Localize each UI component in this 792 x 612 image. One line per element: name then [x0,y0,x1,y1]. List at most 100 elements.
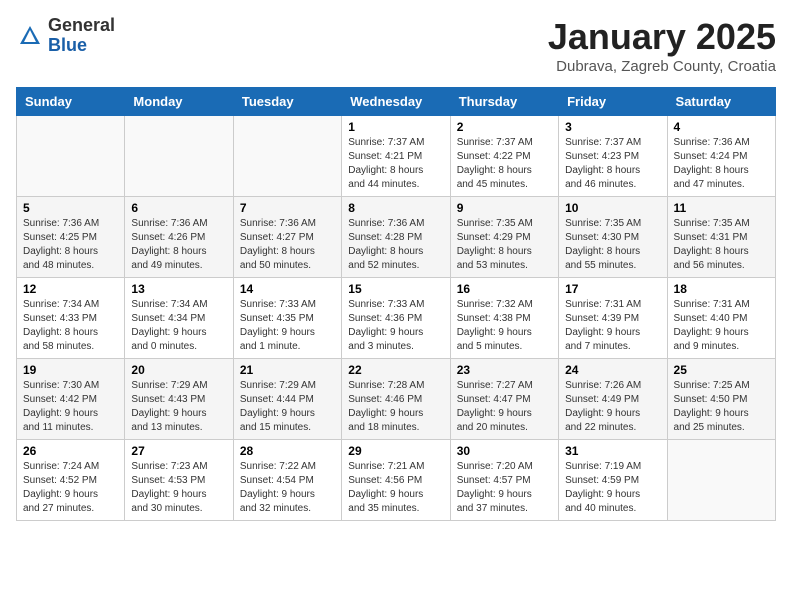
calendar-cell: 15 Sunrise: 7:33 AM Sunset: 4:36 PM Dayli… [342,278,450,359]
day-info: Sunrise: 7:31 AM Sunset: 4:39 PM Dayligh… [565,298,660,354]
day-number: 10 [565,201,660,215]
logo-general: General [48,16,115,36]
logo-text: General Blue [48,16,115,56]
calendar-cell: 30Sunrise: 7:20 AM Sunset: 4:57 PM Dayli… [450,440,558,521]
page-header: General Blue January 2025 Dubrava, Zagre… [16,16,776,75]
day-info: Sunrise: 7:22 AM Sunset: 4:54 PM Dayligh… [240,460,335,516]
day-number: 16 [457,282,552,296]
weekday-row: SundayMondayTuesdayWednesdayThursdayFrid… [17,88,776,116]
day-number: 19 [23,363,118,377]
calendar-cell: 19 Sunrise: 7:30 AM Sunset: 4:42 PM Dayli… [17,359,125,440]
day-number: 7 [240,201,335,215]
weekday-header-tuesday: Tuesday [233,88,341,116]
day-number: 8 [348,201,443,215]
calendar-cell: 7 Sunrise: 7:36 AM Sunset: 4:27 PM Daylig… [233,197,341,278]
day-info: Sunrise: 7:26 AM Sunset: 4:49 PM Dayligh… [565,379,660,435]
day-info: Sunrise: 7:21 AM Sunset: 4:56 PM Dayligh… [348,460,443,516]
day-info: Sunrise: 7:36 AM Sunset: 4:26 PM Dayligh… [131,217,226,273]
day-info: Sunrise: 7:29 AM Sunset: 4:44 PM Dayligh… [240,379,335,435]
day-number: 24 [565,363,660,377]
logo-icon [16,22,44,50]
calendar-cell: 5 Sunrise: 7:36 AM Sunset: 4:25 PM Daylig… [17,197,125,278]
calendar-table: SundayMondayTuesdayWednesdayThursdayFrid… [16,87,776,521]
day-number: 9 [457,201,552,215]
day-number: 17 [565,282,660,296]
day-info: Sunrise: 7:36 AM Sunset: 4:27 PM Dayligh… [240,217,335,273]
day-info: Sunrise: 7:27 AM Sunset: 4:47 PM Dayligh… [457,379,552,435]
calendar-cell: 9 Sunrise: 7:35 AM Sunset: 4:29 PM Daylig… [450,197,558,278]
logo: General Blue [16,16,115,56]
calendar-cell: 6 Sunrise: 7:36 AM Sunset: 4:26 PM Daylig… [125,197,233,278]
day-number: 31 [565,444,660,458]
day-number: 27 [131,444,226,458]
day-number: 11 [674,201,769,215]
day-info: Sunrise: 7:19 AM Sunset: 4:59 PM Dayligh… [565,460,660,516]
calendar-cell: 14 Sunrise: 7:33 AM Sunset: 4:35 PM Dayli… [233,278,341,359]
day-number: 1 [348,120,443,134]
calendar-cell: 1 Sunrise: 7:37 AM Sunset: 4:21 PM Daylig… [342,116,450,197]
day-info: Sunrise: 7:36 AM Sunset: 4:25 PM Dayligh… [23,217,118,273]
weekday-header-monday: Monday [125,88,233,116]
day-number: 28 [240,444,335,458]
location: Dubrava, Zagreb County, Croatia [548,58,776,75]
calendar-cell: 13Sunrise: 7:34 AM Sunset: 4:34 PM Dayli… [125,278,233,359]
calendar-week-3: 19 Sunrise: 7:30 AM Sunset: 4:42 PM Dayli… [17,359,776,440]
weekday-header-saturday: Saturday [667,88,775,116]
calendar-cell: 4 Sunrise: 7:36 AM Sunset: 4:24 PM Daylig… [667,116,775,197]
calendar-week-2: 12Sunrise: 7:34 AM Sunset: 4:33 PM Dayli… [17,278,776,359]
day-info: Sunrise: 7:32 AM Sunset: 4:38 PM Dayligh… [457,298,552,354]
day-info: Sunrise: 7:33 AM Sunset: 4:35 PM Dayligh… [240,298,335,354]
calendar-cell: 10 Sunrise: 7:35 AM Sunset: 4:30 PM Dayli… [559,197,667,278]
calendar-cell: 17 Sunrise: 7:31 AM Sunset: 4:39 PM Dayli… [559,278,667,359]
day-info: Sunrise: 7:35 AM Sunset: 4:30 PM Dayligh… [565,217,660,273]
day-number: 14 [240,282,335,296]
calendar-cell: 16 Sunrise: 7:32 AM Sunset: 4:38 PM Dayli… [450,278,558,359]
day-info: Sunrise: 7:34 AM Sunset: 4:33 PM Dayligh… [23,298,118,354]
month-title: January 2025 [548,16,776,58]
day-info: Sunrise: 7:25 AM Sunset: 4:50 PM Dayligh… [674,379,769,435]
day-number: 2 [457,120,552,134]
calendar-cell [17,116,125,197]
calendar-header: SundayMondayTuesdayWednesdayThursdayFrid… [17,88,776,116]
calendar-cell: 8 Sunrise: 7:36 AM Sunset: 4:28 PM Daylig… [342,197,450,278]
day-info: Sunrise: 7:37 AM Sunset: 4:21 PM Dayligh… [348,136,443,192]
day-info: Sunrise: 7:36 AM Sunset: 4:28 PM Dayligh… [348,217,443,273]
day-number: 5 [23,201,118,215]
weekday-header-wednesday: Wednesday [342,88,450,116]
day-info: Sunrise: 7:29 AM Sunset: 4:43 PM Dayligh… [131,379,226,435]
day-info: Sunrise: 7:23 AM Sunset: 4:53 PM Dayligh… [131,460,226,516]
title-block: January 2025 Dubrava, Zagreb County, Cro… [548,16,776,75]
day-number: 4 [674,120,769,134]
weekday-header-sunday: Sunday [17,88,125,116]
day-info: Sunrise: 7:28 AM Sunset: 4:46 PM Dayligh… [348,379,443,435]
calendar-cell: 28 Sunrise: 7:22 AM Sunset: 4:54 PM Dayli… [233,440,341,521]
calendar-body: 1 Sunrise: 7:37 AM Sunset: 4:21 PM Daylig… [17,116,776,521]
logo-blue: Blue [48,36,115,56]
day-number: 23 [457,363,552,377]
day-number: 6 [131,201,226,215]
day-info: Sunrise: 7:30 AM Sunset: 4:42 PM Dayligh… [23,379,118,435]
day-info: Sunrise: 7:36 AM Sunset: 4:24 PM Dayligh… [674,136,769,192]
calendar-cell: 29Sunrise: 7:21 AM Sunset: 4:56 PM Dayli… [342,440,450,521]
calendar-cell: 2 Sunrise: 7:37 AM Sunset: 4:22 PM Daylig… [450,116,558,197]
calendar-week-4: 26 Sunrise: 7:24 AM Sunset: 4:52 PM Dayli… [17,440,776,521]
day-number: 3 [565,120,660,134]
day-info: Sunrise: 7:35 AM Sunset: 4:29 PM Dayligh… [457,217,552,273]
day-number: 26 [23,444,118,458]
day-info: Sunrise: 7:24 AM Sunset: 4:52 PM Dayligh… [23,460,118,516]
day-info: Sunrise: 7:31 AM Sunset: 4:40 PM Dayligh… [674,298,769,354]
weekday-header-friday: Friday [559,88,667,116]
weekday-header-thursday: Thursday [450,88,558,116]
day-info: Sunrise: 7:37 AM Sunset: 4:22 PM Dayligh… [457,136,552,192]
calendar-cell [667,440,775,521]
day-info: Sunrise: 7:37 AM Sunset: 4:23 PM Dayligh… [565,136,660,192]
day-number: 20 [131,363,226,377]
day-number: 22 [348,363,443,377]
calendar-cell: 25Sunrise: 7:25 AM Sunset: 4:50 PM Dayli… [667,359,775,440]
day-number: 15 [348,282,443,296]
day-info: Sunrise: 7:33 AM Sunset: 4:36 PM Dayligh… [348,298,443,354]
calendar-cell: 27 Sunrise: 7:23 AM Sunset: 4:53 PM Dayli… [125,440,233,521]
calendar-cell: 21Sunrise: 7:29 AM Sunset: 4:44 PM Dayli… [233,359,341,440]
calendar-cell: 11Sunrise: 7:35 AM Sunset: 4:31 PM Dayli… [667,197,775,278]
calendar-cell: 24 Sunrise: 7:26 AM Sunset: 4:49 PM Dayli… [559,359,667,440]
